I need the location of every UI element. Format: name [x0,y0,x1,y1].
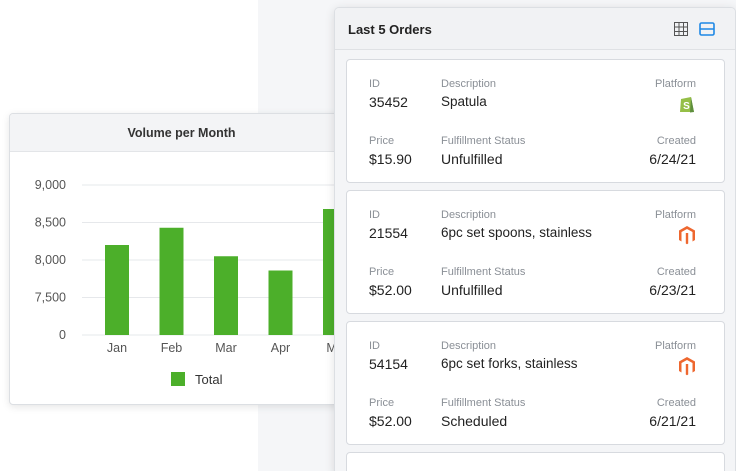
id-label: ID [369,78,380,90]
price-label: Price [369,135,395,147]
order-description: 6pc set spoons, stainless [441,225,592,240]
created-label: Created [656,397,696,409]
x-tick-label: Feb [161,341,183,355]
y-tick-label: 8,500 [35,216,66,230]
id-label: ID [369,209,380,221]
created-label: Created [656,135,696,147]
created-date: 6/24/21 [649,151,696,167]
x-tick-label: Apr [271,341,290,355]
y-tick-label: 0 [59,328,66,342]
magento-icon [679,357,695,376]
order-price: $15.90 [369,151,412,167]
created-label: Created [656,266,696,278]
volume-chart-card: Volume per Month 9,000 8,500 8,000 7,500 0 Ja… [9,113,354,405]
order-price: $52.00 [369,413,412,429]
order-id: 21554 [369,225,408,241]
shopify-icon: S [680,97,694,113]
x-tick-label: Mar [215,341,237,355]
bar-mar [214,256,238,335]
x-tick-label: Jan [107,341,127,355]
description-label: Description [441,340,497,352]
fulfillment-status: Unfulfilled [441,151,503,167]
y-tick-label: 9,000 [35,178,66,192]
card-view-icon[interactable] [699,22,715,36]
volume-bar-chart: 9,0008,5008,0007,5000JanFebMarAprMaTotal [35,178,353,387]
orders-title: Last 5 Orders [348,22,432,37]
price-label: Price [369,266,395,278]
order-card[interactable]: ID 35452 Description Spatula Platform S … [346,59,725,183]
chart-title: Volume per Month [10,114,353,152]
legend-label: Total [195,372,223,387]
order-description: Spatula [441,94,487,109]
orders-header: Last 5 Orders [335,8,735,50]
description-label: Description [441,209,497,221]
description-label: Description [441,78,497,90]
order-price: $52.00 [369,282,412,298]
platform-label: Platform [655,340,696,352]
platform-label: Platform [655,78,696,90]
order-card[interactable]: ID 54154 Description 6pc set forks, stai… [346,321,725,445]
order-id: 54154 [369,356,408,372]
order-description: 6pc set forks, stainless [441,356,578,371]
bar-feb [159,227,184,335]
fulfillment-label: Fulfillment Status [441,397,526,409]
fulfillment-status: Unfulfilled [441,282,503,298]
fulfillment-status: Scheduled [441,413,508,429]
legend-swatch [171,372,185,386]
magento-icon [679,226,695,245]
last-orders-panel: Last 5 Orders ID 35452 Description Spatu [334,7,736,471]
svg-text:S: S [683,101,690,112]
order-card[interactable]: ID 21554 Description 6pc set spoons, sta… [346,190,725,314]
price-label: Price [369,397,395,409]
bar-jan [105,245,129,335]
fulfillment-label: Fulfillment Status [441,266,526,278]
grid-view-icon[interactable] [674,22,690,36]
fulfillment-label: Fulfillment Status [441,135,526,147]
platform-label: Platform [655,209,696,221]
order-id: 35452 [369,94,408,110]
created-date: 6/21/21 [649,413,696,429]
bar-apr [268,270,293,335]
y-tick-label: 7,500 [35,291,66,305]
order-card-partial[interactable] [346,452,725,471]
created-date: 6/23/21 [649,282,696,298]
y-tick-label: 8,000 [35,253,66,267]
id-label: ID [369,340,380,352]
